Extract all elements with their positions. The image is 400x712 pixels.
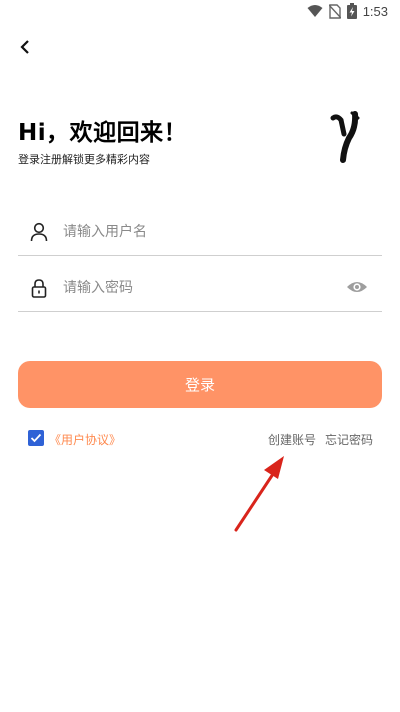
forgot-password-link[interactable]: 忘记密码	[325, 431, 373, 448]
chevron-left-icon	[20, 40, 29, 54]
agreement-checkbox[interactable]	[28, 430, 44, 446]
status-icons: 1:53	[307, 3, 388, 19]
user-agreement-link[interactable]: 《用户协议》	[49, 431, 121, 448]
welcome-title: Hi，欢迎回来！	[18, 120, 188, 146]
login-button[interactable]: 登录	[18, 361, 382, 408]
user-icon	[30, 222, 48, 242]
battery-charging-icon	[346, 3, 357, 19]
no-sim-icon	[328, 3, 341, 19]
annotation-arrow-icon	[234, 456, 284, 532]
brand-logo	[330, 111, 360, 163]
lock-icon	[31, 279, 47, 298]
password-field	[18, 263, 382, 312]
back-button[interactable]	[12, 34, 38, 60]
password-input[interactable]	[61, 273, 335, 303]
check-icon	[30, 433, 42, 443]
username-field	[18, 207, 382, 256]
eye-icon[interactable]	[346, 279, 368, 295]
create-account-link[interactable]: 创建账号	[268, 431, 316, 448]
status-time: 1:53	[362, 3, 388, 19]
username-input[interactable]	[61, 217, 335, 247]
welcome-subtitle: 登录注册解锁更多精彩内容	[18, 153, 150, 166]
status-bar: 1:53	[0, 0, 400, 24]
wifi-icon	[307, 5, 323, 17]
